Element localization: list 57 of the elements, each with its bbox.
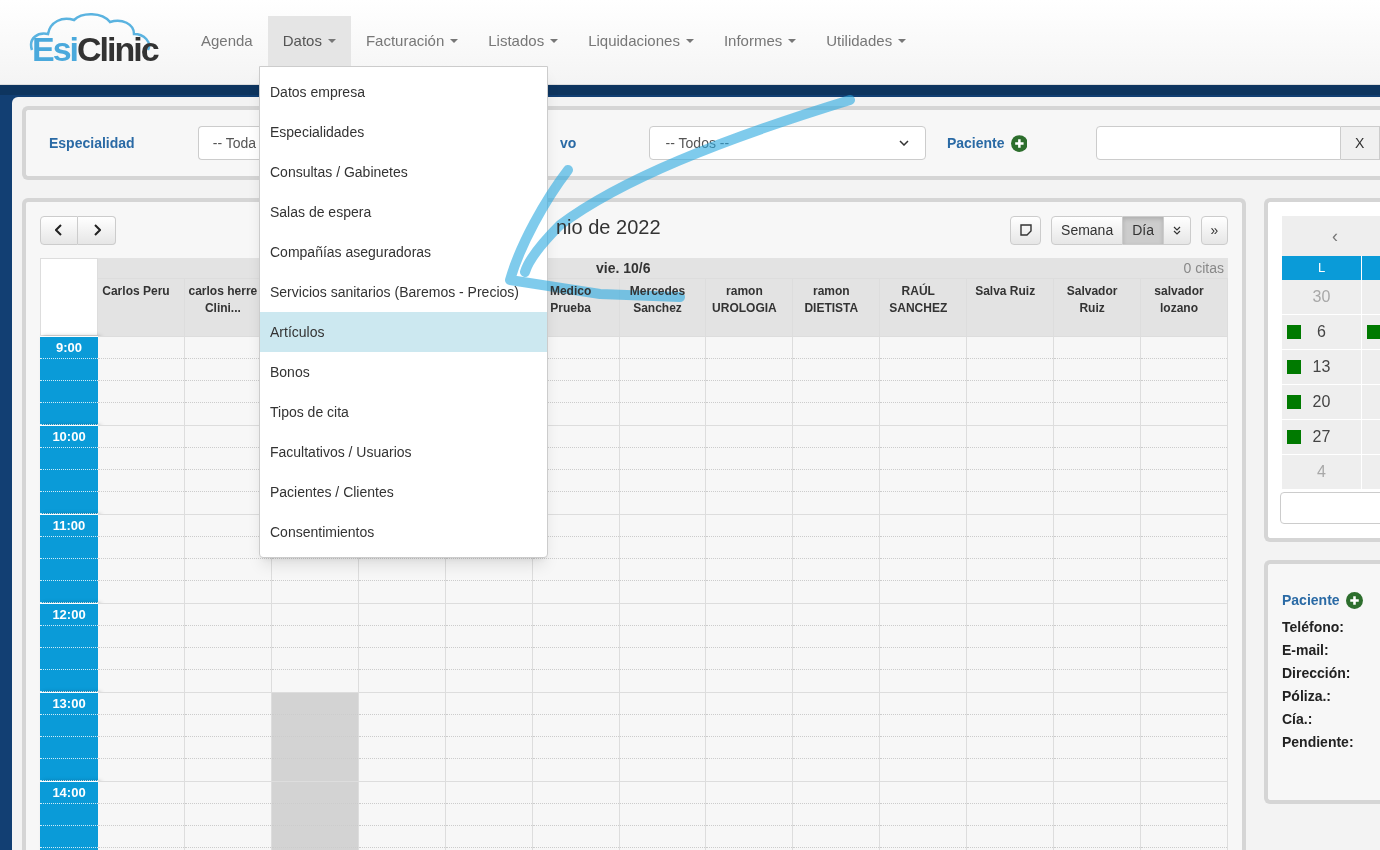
view-tab[interactable]: Semana bbox=[1051, 215, 1124, 245]
nav-menu-item[interactable]: Informes bbox=[708, 16, 812, 66]
time-label: 12:00 bbox=[52, 605, 86, 624]
dropdown-item[interactable]: Servicios sanitarios (Baremos - Precios) bbox=[260, 272, 547, 312]
time-label: 14:00 bbox=[52, 783, 86, 802]
dropdown-item[interactable]: Compañías aseguradoras bbox=[260, 232, 547, 272]
column-header: Salva Ruiz bbox=[975, 283, 1036, 300]
nav-menu-item[interactable]: Liquidaciones bbox=[573, 16, 709, 66]
dropdown-item[interactable]: Tipos de cita bbox=[260, 392, 547, 432]
clear-button[interactable]: X bbox=[1340, 126, 1380, 160]
field-label: Teléfono: bbox=[1282, 618, 1345, 637]
column-header: ramon DIETISTA bbox=[803, 283, 860, 317]
column-header: Carlos Peru bbox=[102, 283, 170, 300]
column-header: Salvador Ruiz bbox=[1065, 283, 1119, 317]
day-header: vie. 10/6 bbox=[596, 258, 651, 278]
dropdown-item[interactable]: Facultativos / Usuarios bbox=[260, 432, 547, 472]
time-label: 9:00 bbox=[56, 338, 82, 357]
dropdown-item[interactable]: Pacientes / Clientes bbox=[260, 472, 547, 512]
nav-menu-item[interactable]: Facturación bbox=[350, 16, 474, 66]
time-label: 13:00 bbox=[52, 694, 86, 713]
field-label: Cía.: bbox=[1282, 710, 1314, 729]
field-label: Especialidad bbox=[49, 133, 136, 153]
column-header: carlos herre Clini... bbox=[187, 283, 259, 317]
panel-title: Paciente bbox=[1282, 591, 1340, 610]
nav-menu-item[interactable]: Listados bbox=[473, 16, 574, 66]
next-button[interactable]: » bbox=[1201, 215, 1228, 245]
weekday-header: L bbox=[1282, 256, 1362, 280]
column-header: Medico Prueba bbox=[548, 283, 593, 317]
field-label: vo bbox=[559, 133, 578, 153]
day-number[interactable]: 6 bbox=[1282, 320, 1361, 344]
reason-select[interactable]: -- Todos -- bbox=[648, 126, 926, 160]
column-header: RAÚL SANCHEZ bbox=[888, 283, 949, 317]
field-label: Paciente bbox=[946, 133, 1005, 153]
logo: EsiClinic bbox=[31, 32, 158, 70]
previous-month-button[interactable]: ‹ bbox=[1332, 222, 1338, 250]
field-label: E-mail: bbox=[1282, 641, 1330, 660]
field-label: Póliza.: bbox=[1282, 687, 1332, 706]
nav-menu-item[interactable]: Agenda bbox=[186, 16, 268, 66]
appointment-count: 0 citas bbox=[1183, 258, 1224, 278]
field-label: Pendiente: bbox=[1282, 733, 1355, 752]
column-header: salvador lozano bbox=[1153, 283, 1205, 317]
nav-menu-item[interactable]: Utilidades bbox=[811, 16, 922, 66]
field-label: Dirección: bbox=[1282, 664, 1352, 683]
day-number[interactable]: 27 bbox=[1282, 425, 1361, 449]
day-number[interactable]: 20 bbox=[1282, 390, 1361, 414]
dropdown-item[interactable]: Consentimientos bbox=[260, 512, 547, 552]
nav-menu-item[interactable]: Datos bbox=[267, 16, 351, 66]
day-number[interactable]: 13 bbox=[1282, 355, 1361, 379]
time-label: 11:00 bbox=[52, 516, 86, 535]
column-header: ramon UROLOGIA bbox=[711, 283, 778, 317]
column-header: Mercedes Sanchez bbox=[628, 283, 687, 317]
dropdown-item[interactable]: Datos empresa bbox=[260, 72, 547, 112]
dropdown-item[interactable]: Artículos bbox=[260, 312, 547, 352]
time-label: 10:00 bbox=[52, 427, 86, 446]
dropdown-item[interactable]: Bonos bbox=[260, 352, 547, 392]
view-tab[interactable]: Día bbox=[1123, 215, 1164, 245]
dropdown-item[interactable]: Salas de espera bbox=[260, 192, 547, 232]
